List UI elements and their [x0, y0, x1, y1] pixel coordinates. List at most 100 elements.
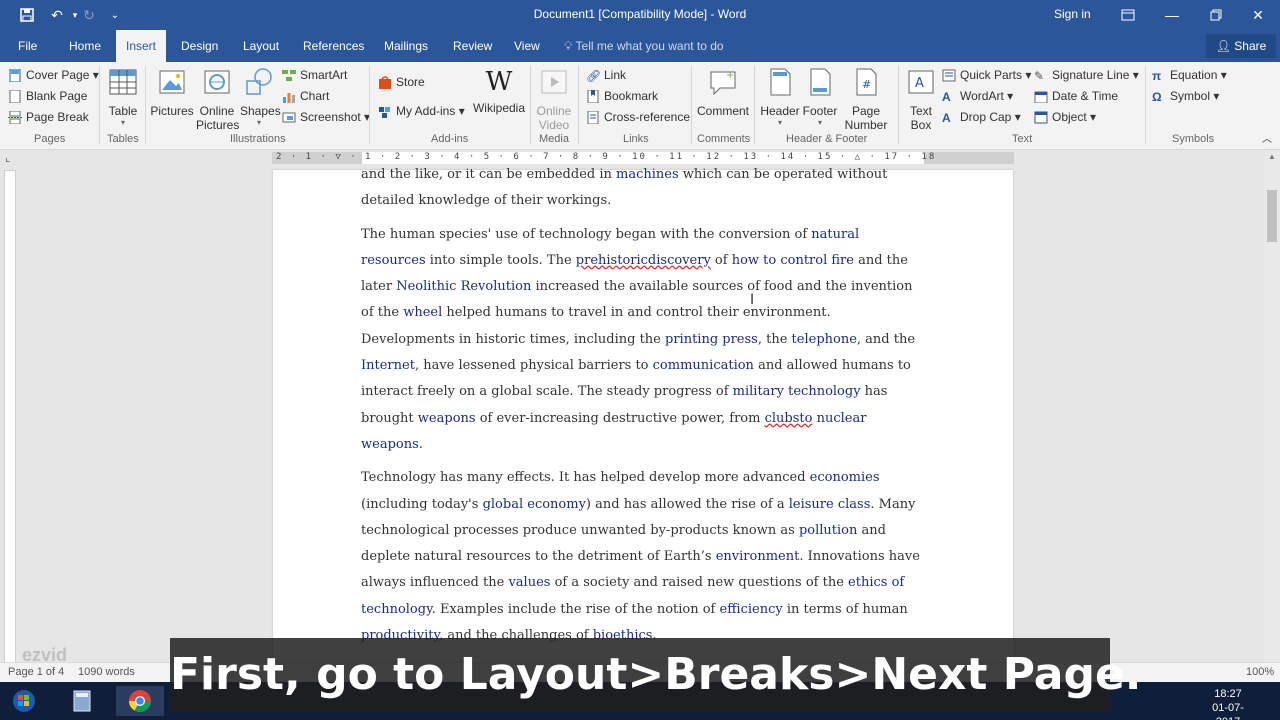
document-body[interactable]: and the like, or it can be embedded in m…: [361, 162, 927, 716]
vertical-scrollbar[interactable]: ▲: [1264, 150, 1280, 665]
comment-button[interactable]: + Comment: [696, 66, 750, 118]
hyperlink[interactable]: military technology: [733, 384, 861, 399]
tab-mailings[interactable]: Mailings: [374, 30, 438, 62]
tab-references[interactable]: References: [293, 30, 374, 62]
page-break-button[interactable]: Page Break: [8, 110, 89, 125]
hyperlink[interactable]: prehistoricdiscovery: [576, 253, 711, 268]
hyperlink[interactable]: environment: [716, 549, 800, 564]
chart-label: Chart: [300, 89, 330, 103]
symbol-button[interactable]: Ω Symbol ▾: [1152, 89, 1219, 104]
minimize-icon[interactable]: —: [1150, 0, 1194, 30]
pictures-button[interactable]: Pictures: [150, 66, 194, 118]
tab-home[interactable]: Home: [59, 30, 111, 62]
hyperlink[interactable]: communication: [653, 358, 754, 373]
hyperlink[interactable]: leisure class: [789, 497, 871, 512]
svg-text:+: +: [726, 70, 734, 81]
wordart-button[interactable]: A WordArt ▾: [942, 89, 1013, 104]
page-number-label-2: Number: [844, 118, 888, 132]
online-pictures-button[interactable]: Online Pictures: [196, 66, 239, 132]
scrollbar-thumb[interactable]: [1267, 190, 1277, 242]
tab-design[interactable]: Design: [171, 30, 228, 62]
close-icon[interactable]: ✕: [1236, 0, 1280, 30]
footer-button[interactable]: Footer ▾: [800, 66, 840, 127]
page-number-button[interactable]: # Page Number: [840, 66, 892, 132]
hyperlink[interactable]: wheel: [403, 305, 442, 320]
ribbon-display-options-icon[interactable]: [1106, 0, 1150, 30]
drop-cap-button[interactable]: A Drop Cap ▾: [942, 110, 1021, 125]
chart-button[interactable]: Chart: [282, 89, 330, 104]
paragraph: Technology has many effects. It has help…: [361, 465, 927, 649]
tab-selector-icon[interactable]: ⌞: [5, 151, 10, 164]
quick-parts-button[interactable]: Quick Parts ▾: [942, 68, 1031, 82]
tab-insert[interactable]: Insert: [116, 30, 167, 62]
chrome-icon[interactable]: [116, 686, 164, 716]
hyperlink[interactable]: printing press: [665, 332, 758, 347]
pictures-label: Pictures: [150, 104, 194, 118]
hyperlink[interactable]: Neolithic Revolution: [396, 279, 531, 294]
text-box-icon: A: [908, 70, 934, 94]
zoom-level[interactable]: 100%: [1246, 666, 1274, 678]
screenshot-button[interactable]: Screenshot ▾: [282, 110, 370, 124]
hyperlink[interactable]: telephone: [792, 332, 857, 347]
header-label: Header: [760, 104, 800, 118]
ribbon-separator: [578, 66, 579, 144]
tab-layout[interactable]: Layout: [233, 30, 289, 62]
hyperlink[interactable]: Internet: [361, 358, 415, 373]
header-button[interactable]: Header ▾: [758, 66, 802, 127]
cover-page-label: Cover Page: [26, 68, 90, 82]
text-box-button[interactable]: A Text Box: [902, 66, 940, 132]
document-page[interactable]: and the like, or it can be embedded in m…: [273, 167, 1013, 703]
hyperlink[interactable]: efficiency: [720, 602, 783, 617]
shapes-label: Shapes: [240, 104, 281, 118]
share-button[interactable]: 👤︎ Share: [1206, 34, 1276, 58]
hyperlink[interactable]: how to control fire: [732, 253, 854, 268]
shapes-button[interactable]: Shapes ▾: [240, 66, 281, 127]
online-video-button[interactable]: Online Video: [534, 66, 574, 132]
hyperlink[interactable]: global economy: [483, 497, 586, 512]
tab-review[interactable]: Review: [443, 30, 502, 62]
body-text: (including today's: [361, 496, 483, 512]
text-box-label-1: Text: [909, 104, 932, 118]
wikipedia-button[interactable]: W Wikipedia: [472, 66, 526, 115]
hyperlink[interactable]: weapons: [418, 411, 476, 426]
my-addins-button[interactable]: My Add-ins ▾: [378, 104, 465, 119]
pictures-icon: [159, 70, 185, 94]
signature-line-button[interactable]: ✎ Signature Line ▾: [1034, 68, 1139, 83]
online-video-label-2: Video: [538, 118, 570, 132]
chart-icon: [283, 93, 295, 104]
calculator-icon[interactable]: [58, 686, 106, 716]
store-icon: [379, 76, 391, 90]
hyperlink[interactable]: economies: [810, 470, 880, 485]
equation-button[interactable]: π Equation ▾: [1152, 68, 1227, 83]
table-button[interactable]: Table ▾: [104, 66, 142, 127]
restore-icon[interactable]: [1194, 0, 1238, 30]
bookmark-button[interactable]: Bookmark: [586, 89, 658, 104]
collapse-ribbon-icon[interactable]: ︿: [1262, 130, 1272, 145]
link-button[interactable]: 🔗︎ Link: [586, 68, 626, 83]
body-text: , have lessened physical barriers to: [414, 358, 653, 374]
windows-start-icon[interactable]: [4, 685, 44, 717]
object-button[interactable]: Object ▾: [1034, 110, 1096, 124]
blank-page-button[interactable]: Blank Page: [8, 89, 87, 104]
body-text: . Examples include the rise of the notio…: [431, 601, 720, 617]
hyperlink[interactable]: pollution: [799, 523, 857, 538]
vertical-ruler[interactable]: [4, 170, 16, 665]
tab-file[interactable]: File: [8, 30, 47, 62]
date-time-button[interactable]: Date & Time: [1034, 89, 1118, 104]
tell-me-search[interactable]: 💡︎ Tell me what you want to do: [564, 30, 724, 62]
word-count[interactable]: 1090 words: [78, 666, 135, 678]
hyperlink[interactable]: machines: [616, 167, 679, 182]
blank-page-icon: [9, 90, 21, 104]
store-button[interactable]: Store: [378, 75, 425, 90]
smartart-button[interactable]: SmartArt: [282, 68, 347, 82]
page-count[interactable]: Page 1 of 4: [8, 666, 64, 678]
video-caption: First, go to Layout>Breaks>Next Page.: [170, 638, 1142, 712]
sign-in-link[interactable]: Sign in: [1054, 7, 1091, 21]
tab-view[interactable]: View: [504, 30, 550, 62]
scroll-up-icon[interactable]: ▲: [1267, 152, 1277, 161]
hyperlink[interactable]: values: [508, 575, 550, 590]
cross-reference-button[interactable]: Cross-reference: [586, 110, 690, 125]
system-clock[interactable]: 18:27 01-07-2017: [1200, 687, 1256, 720]
cover-page-button[interactable]: Cover Page ▾: [8, 68, 99, 83]
hyperlink[interactable]: clubsto: [765, 411, 813, 426]
